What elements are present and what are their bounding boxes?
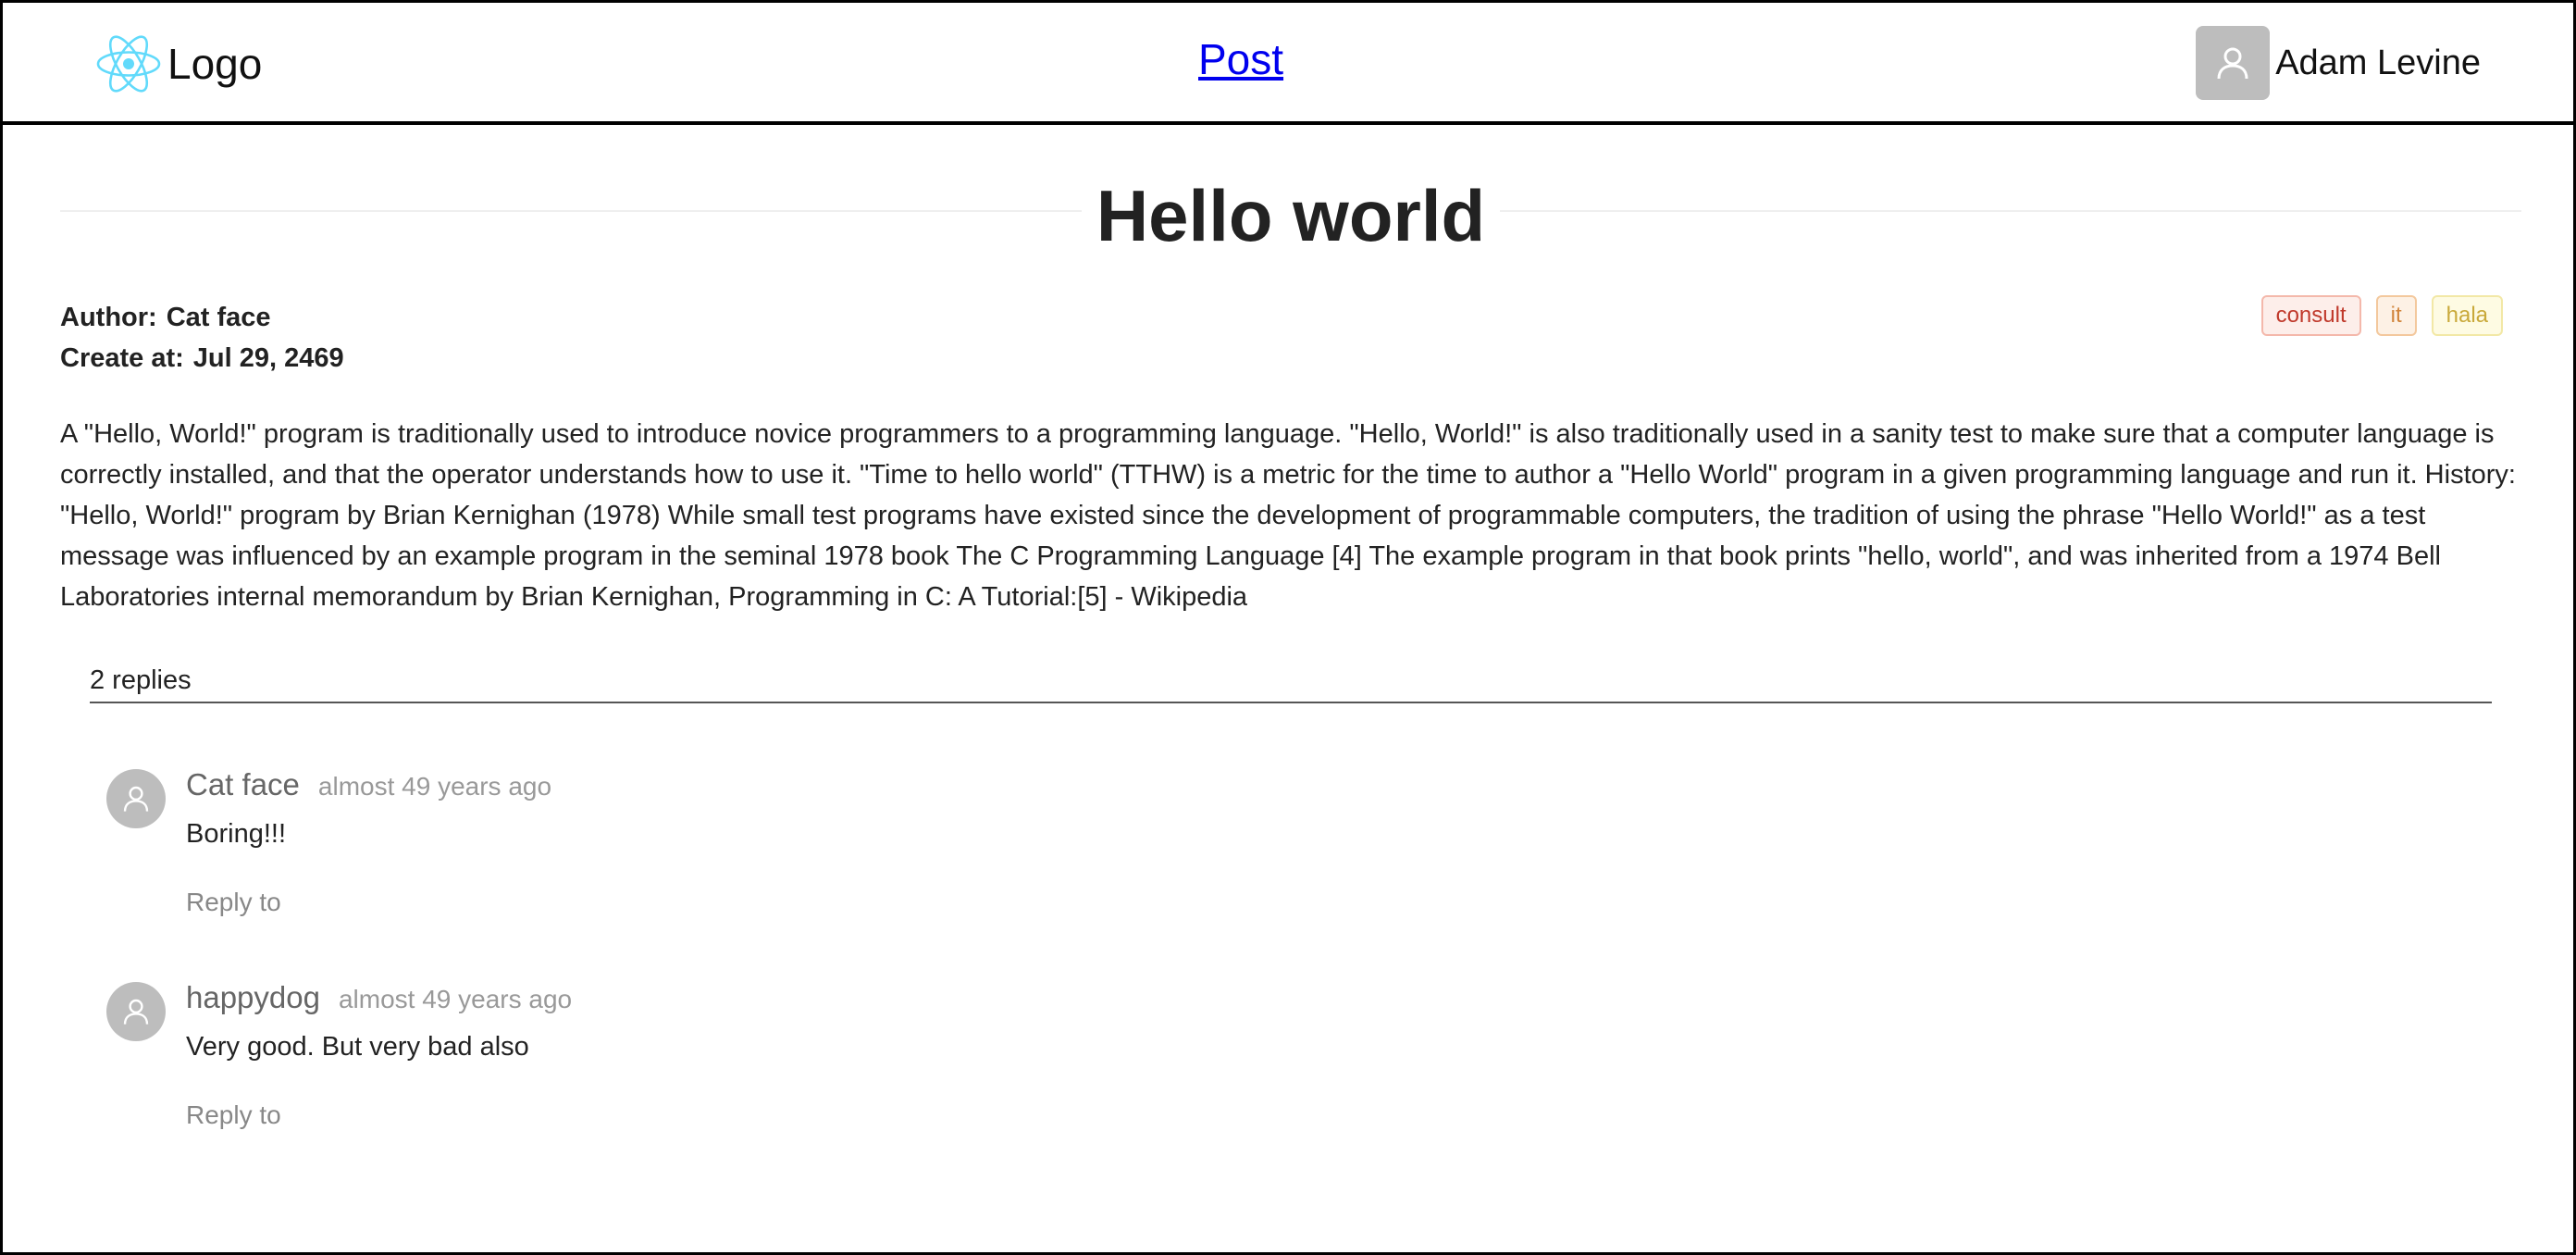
- post-created-row: Create at: Jul 29, 2469: [60, 338, 344, 379]
- post-author-row: Author: Cat face: [60, 297, 344, 338]
- comment-text: Boring!!!: [186, 819, 286, 849]
- user-icon: [123, 786, 149, 812]
- title-divider-left: [60, 210, 1082, 212]
- comment-avatar: [106, 982, 166, 1041]
- logo[interactable]: Logo: [95, 31, 262, 97]
- post-title-row: Hello world: [60, 169, 2521, 271]
- comment-author[interactable]: happydog: [186, 980, 320, 1015]
- tag-it[interactable]: it: [2375, 295, 2417, 336]
- post-tags: consult it hala: [2260, 295, 2503, 336]
- tag-consult[interactable]: consult: [2260, 295, 2361, 336]
- logo-text: Logo: [167, 40, 263, 88]
- page-frame: Logo Post Adam Levine Hello world Author…: [0, 0, 2576, 1255]
- comment-text: Very good. But very bad also: [186, 1032, 529, 1062]
- post-title: Hello world: [1096, 175, 1486, 256]
- comment-time: almost 49 years ago: [317, 772, 552, 801]
- user-avatar: [2196, 26, 2271, 100]
- post-meta: Author: Cat face Create at: Jul 29, 2469: [60, 297, 344, 379]
- user-icon: [123, 999, 149, 1025]
- author-label: Author:: [60, 303, 157, 332]
- comment-time: almost 49 years ago: [338, 985, 573, 1013]
- replies-count: 2 replies: [90, 665, 2492, 703]
- tag-hala[interactable]: hala: [2431, 295, 2503, 336]
- user-name: Adam Levine: [2275, 43, 2481, 82]
- user-menu[interactable]: Adam Levine: [2196, 25, 2481, 101]
- comment-header: happydog almost 49 years ago: [186, 980, 572, 1015]
- title-divider-right: [1500, 210, 2521, 212]
- comment-author[interactable]: Cat face: [186, 767, 300, 802]
- nav-link-post[interactable]: Post: [1198, 34, 1283, 84]
- react-logo-icon: [96, 35, 161, 93]
- post-author: Cat face: [166, 303, 271, 332]
- user-icon: [2217, 47, 2248, 80]
- reply-to-button[interactable]: Reply to: [186, 888, 281, 917]
- post-created-date: Jul 29, 2469: [192, 343, 344, 373]
- comment-header: Cat face almost 49 years ago: [186, 767, 551, 802]
- created-label: Create at:: [60, 343, 184, 373]
- reply-to-button[interactable]: Reply to: [186, 1100, 281, 1130]
- comment-avatar: [106, 769, 166, 828]
- top-navbar: Logo Post Adam Levine: [3, 3, 2573, 125]
- post-content: A "Hello, World!" program is traditional…: [60, 419, 2516, 612]
